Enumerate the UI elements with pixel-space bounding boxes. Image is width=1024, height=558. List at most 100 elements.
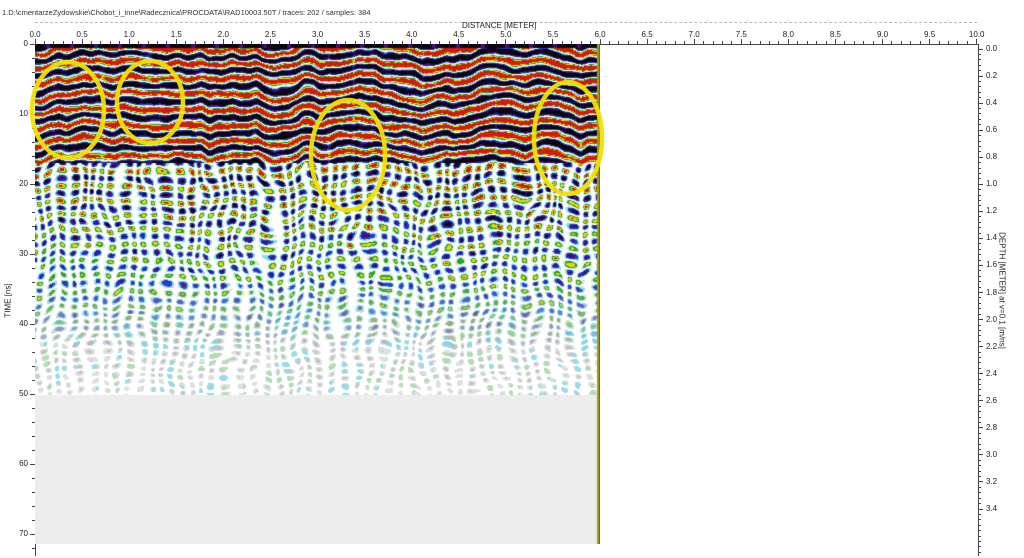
depth-major-tick: [978, 427, 983, 428]
depth-minor-tick: [978, 189, 981, 190]
distance-major-tick: [929, 39, 930, 44]
time-tick-label: 10: [10, 109, 28, 118]
depth-tick-label: 1.6: [986, 260, 1006, 269]
depth-minor-tick: [978, 335, 981, 336]
depth-major-tick: [978, 130, 983, 131]
depth-minor-tick: [978, 297, 981, 298]
depth-minor-tick: [978, 151, 981, 152]
distance-tick-label: 4.0: [400, 30, 424, 39]
depth-minor-tick: [978, 54, 981, 55]
depth-minor-tick: [978, 422, 981, 423]
depth-minor-tick: [978, 471, 981, 472]
depth-major-tick: [978, 238, 983, 239]
depth-minor-tick: [978, 330, 981, 331]
depth-minor-tick: [978, 438, 981, 439]
depth-tick-label: 2.2: [986, 342, 1006, 351]
depth-minor-tick: [978, 341, 981, 342]
depth-minor-tick: [978, 59, 981, 60]
depth-minor-tick: [978, 233, 981, 234]
depth-minor-tick: [978, 86, 981, 87]
distance-minor-tick: [769, 41, 770, 44]
depth-minor-tick: [978, 276, 981, 277]
depth-minor-tick: [978, 162, 981, 163]
depth-minor-tick: [978, 444, 981, 445]
depth-minor-tick: [978, 314, 981, 315]
distance-minor-tick: [873, 41, 874, 44]
depth-minor-tick: [978, 141, 981, 142]
radargram-canvas: [35, 44, 600, 544]
distance-minor-tick: [910, 41, 911, 44]
time-minor-tick: [32, 548, 35, 549]
depth-minor-tick: [978, 465, 981, 466]
depth-minor-tick: [978, 178, 981, 179]
time-tick-label: 20: [10, 179, 28, 188]
depth-minor-tick: [978, 97, 981, 98]
depth-major-tick: [978, 211, 983, 212]
distance-minor-tick: [684, 41, 685, 44]
distance-minor-tick: [844, 41, 845, 44]
depth-major-tick: [978, 319, 983, 320]
depth-major-tick: [978, 76, 983, 77]
depth-minor-tick: [978, 487, 981, 488]
depth-minor-tick: [978, 541, 981, 542]
depth-minor-tick: [978, 205, 981, 206]
distance-major-tick: [647, 39, 648, 44]
distance-tick-label: 9.5: [918, 30, 942, 39]
distance-tick-label: 0.5: [70, 30, 94, 39]
depth-minor-tick: [978, 108, 981, 109]
time-axis-title: TIME [ns]: [4, 279, 13, 323]
distance-tick-label: 5.5: [541, 30, 565, 39]
distance-tick-label: 6.5: [635, 30, 659, 39]
depth-tick-label: 2.0: [986, 315, 1006, 324]
distance-minor-tick: [957, 41, 958, 44]
depth-minor-tick: [978, 460, 981, 461]
depth-minor-tick: [978, 92, 981, 93]
depth-tick-label: 0.4: [986, 98, 1006, 107]
depth-minor-tick: [978, 514, 981, 515]
file-path-header: 1.D:\cmentarzeZydowskie\Chobot_i_inne\Ra…: [2, 8, 482, 17]
distance-major-tick: [694, 39, 695, 44]
distance-tick-label: 3.5: [353, 30, 377, 39]
depth-major-tick: [978, 265, 983, 266]
depth-minor-tick: [978, 417, 981, 418]
distance-minor-tick: [807, 41, 808, 44]
depth-minor-tick: [978, 222, 981, 223]
depth-minor-tick: [978, 525, 981, 526]
depth-major-tick: [978, 292, 983, 293]
depth-minor-tick: [978, 379, 981, 380]
depth-major-tick: [978, 346, 983, 347]
depth-minor-tick: [978, 227, 981, 228]
depth-tick-label: 1.0: [986, 179, 1006, 188]
distance-minor-tick: [797, 41, 798, 44]
depth-minor-tick: [978, 492, 981, 493]
distance-tick-label: 8.5: [823, 30, 847, 39]
depth-major-tick: [978, 157, 983, 158]
depth-minor-tick: [978, 546, 981, 547]
distance-major-tick: [788, 39, 789, 44]
depth-minor-tick: [978, 503, 981, 504]
depth-major-tick: [978, 49, 983, 50]
distance-minor-tick: [656, 41, 657, 44]
distance-tick-label: 4.5: [447, 30, 471, 39]
depth-minor-tick: [978, 536, 981, 537]
distance-minor-tick: [778, 41, 779, 44]
time-tick-label: 40: [10, 319, 28, 328]
depth-tick-label: 0.6: [986, 125, 1006, 134]
time-tick-label: 30: [10, 249, 28, 258]
depth-minor-tick: [978, 411, 981, 412]
distance-tick-label: 2.0: [211, 30, 235, 39]
depth-major-tick: [978, 481, 983, 482]
time-tick-label: 70: [10, 529, 28, 538]
depth-minor-tick: [978, 243, 981, 244]
depth-tick-label: 3.0: [986, 450, 1006, 459]
time-tick-label: 50: [10, 389, 28, 398]
depth-minor-tick: [978, 433, 981, 434]
depth-minor-tick: [978, 81, 981, 82]
distance-minor-tick: [948, 41, 949, 44]
depth-minor-tick: [978, 119, 981, 120]
depth-tick-label: 2.6: [986, 396, 1006, 405]
depth-minor-tick: [978, 124, 981, 125]
distance-tick-label: 10.0: [965, 30, 989, 39]
distance-major-tick: [741, 39, 742, 44]
depth-minor-tick: [978, 303, 981, 304]
